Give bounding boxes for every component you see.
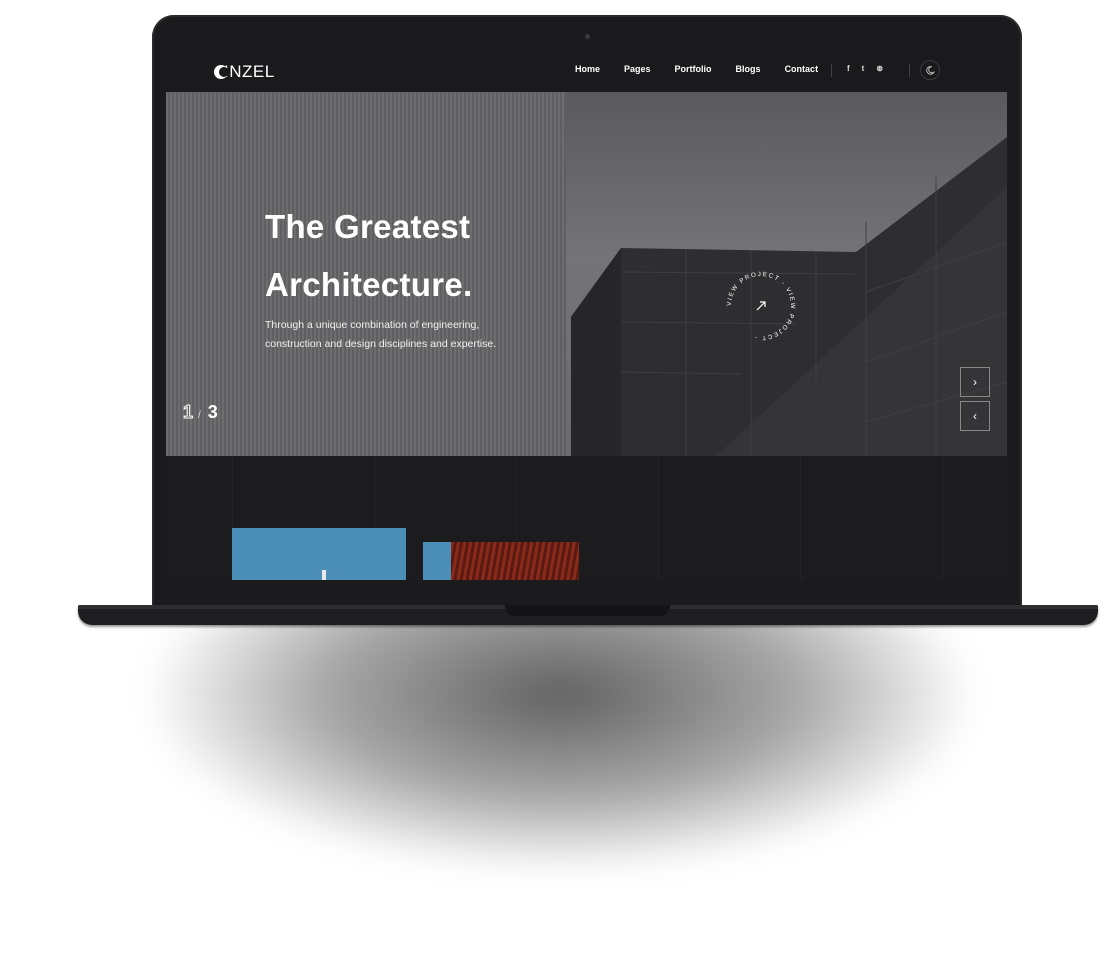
nav-portfolio[interactable]: Portfolio (675, 64, 712, 74)
red-facade-shape (451, 542, 579, 580)
hero-title: The Greatest Architecture. (265, 198, 472, 314)
view-project-badge[interactable]: VIEW PROJECT - VIEW PROJECT - (721, 266, 801, 346)
navbar: INZEL Home Pages Portfolio Blogs Contact… (166, 52, 1007, 92)
hero-title-line-1: The Greatest (265, 208, 471, 245)
theme-toggle-button[interactable] (920, 60, 940, 80)
website-screen: INZEL Home Pages Portfolio Blogs Contact… (166, 52, 1007, 580)
logo-text: INZEL (224, 62, 275, 81)
nav-divider (831, 64, 832, 77)
moon-icon (926, 66, 935, 75)
hero-subtitle-line-2: construction and design disciplines and … (265, 338, 497, 350)
grid-line (800, 456, 801, 580)
grid-line (942, 456, 943, 580)
facebook-icon[interactable]: f (847, 64, 850, 73)
webcam (585, 34, 590, 39)
tower-shape (322, 570, 326, 580)
portfolio-section (166, 456, 1007, 580)
logo-mark-icon (214, 65, 229, 79)
prev-slide-button[interactable]: ‹ (960, 401, 990, 431)
hero-title-line-2: Architecture. (265, 266, 473, 303)
hero-subtitle: Through a unique combination of engineer… (265, 316, 555, 354)
main-menu: Home Pages Portfolio Blogs Contact (575, 64, 842, 74)
social-links: f t ⊛ (847, 64, 895, 73)
slide-counter: 1 / 3 (182, 402, 218, 423)
brand-logo[interactable]: INZEL (214, 62, 275, 81)
portfolio-thumbnail-1[interactable] (232, 528, 406, 580)
next-slide-button[interactable]: › (960, 367, 990, 397)
slide-total: 3 (207, 402, 218, 422)
portfolio-thumbnail-2[interactable] (423, 542, 579, 580)
laptop-notch (505, 605, 670, 616)
chevron-right-icon: › (973, 375, 977, 389)
nav-home[interactable]: Home (575, 64, 600, 74)
laptop-shadow (150, 600, 970, 870)
dribbble-icon[interactable]: ⊛ (876, 64, 883, 73)
hero-slider: The Greatest Architecture. Through a uni… (166, 92, 1007, 456)
chevron-left-icon: ‹ (973, 409, 977, 423)
nav-blogs[interactable]: Blogs (736, 64, 761, 74)
grid-line (658, 456, 659, 580)
arrow-up-right-icon (756, 301, 766, 311)
hero-subtitle-line-1: Through a unique combination of engineer… (265, 319, 480, 331)
nav-divider-2 (909, 64, 910, 77)
slide-current: 1 (182, 402, 194, 423)
slide-separator: / (198, 410, 201, 421)
twitter-icon[interactable]: t (862, 64, 865, 73)
nav-contact[interactable]: Contact (785, 64, 819, 74)
nav-pages[interactable]: Pages (624, 64, 651, 74)
